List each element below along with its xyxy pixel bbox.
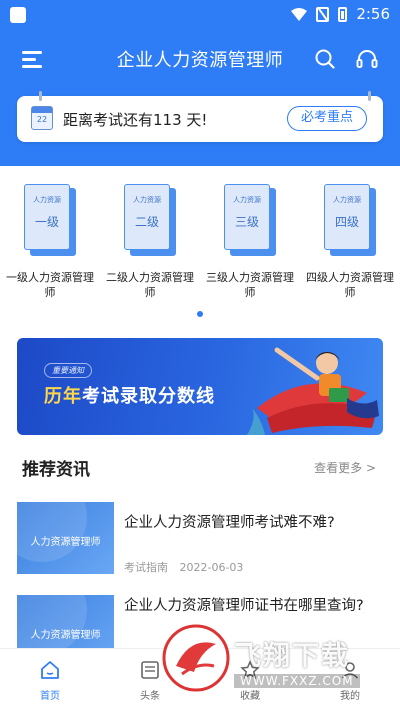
level-grid: 人力资源 一级 一级人力资源管理师 人力资源 二级 二级人力资源管理师 人力资源… bbox=[0, 184, 400, 304]
section-title: 推荐资讯 bbox=[22, 460, 90, 480]
menu-icon[interactable] bbox=[22, 50, 44, 68]
app-notification-icon bbox=[10, 7, 26, 23]
level-label: 三级人力资源管理师 bbox=[206, 271, 294, 299]
level-item-2[interactable]: 人力资源 二级 二级人力资源管理师 bbox=[104, 184, 196, 300]
binder-ring bbox=[368, 91, 371, 101]
calendar-icon: 22 bbox=[31, 106, 53, 130]
news-title: 企业人力资源管理师证书在哪里查询? bbox=[124, 598, 364, 614]
page-indicator-dot bbox=[197, 311, 203, 317]
news-thumbnail: 人力资源管理师 bbox=[17, 502, 114, 574]
status-bar: 2:56 bbox=[0, 0, 400, 30]
home-icon bbox=[41, 661, 59, 679]
binder-ring bbox=[39, 91, 42, 101]
level-label: 四级人力资源管理师 bbox=[306, 271, 394, 299]
tab-label: 我的 bbox=[340, 691, 360, 702]
level-item-1[interactable]: 人力资源 一级 一级人力资源管理师 bbox=[4, 184, 96, 300]
battery-icon bbox=[338, 6, 348, 22]
book-icon: 人力资源 一级 bbox=[24, 184, 76, 256]
banner-title: 历年考试录取分数线 bbox=[44, 386, 215, 407]
status-right: 2:56 bbox=[291, 5, 390, 23]
tab-label: 头条 bbox=[140, 691, 160, 702]
tab-label: 收藏 bbox=[240, 691, 260, 702]
see-more-link[interactable]: 查看更多 > bbox=[314, 459, 376, 476]
tab-label: 首页 bbox=[40, 691, 60, 702]
book-icon: 人力资源 三级 bbox=[224, 184, 276, 256]
tab-profile[interactable]: 我的 bbox=[310, 659, 390, 702]
level-item-3[interactable]: 人力资源 三级 三级人力资源管理师 bbox=[204, 184, 296, 300]
book-icon: 人力资源 二级 bbox=[124, 184, 176, 256]
user-icon bbox=[341, 662, 359, 679]
exam-countdown-card: 22 距离考试还有113 天! 必考重点 bbox=[17, 91, 383, 142]
header: 企业人力资源管理师 22 距离考试还有113 天! 必考重点 bbox=[0, 30, 400, 166]
level-label: 二级人力资源管理师 bbox=[106, 271, 194, 299]
wifi-icon bbox=[291, 7, 308, 21]
news-category: 考试指南 bbox=[124, 561, 168, 574]
banner-tag: 重要通知 bbox=[44, 363, 92, 378]
tab-headlines[interactable]: 头条 bbox=[110, 659, 190, 702]
status-time: 2:56 bbox=[356, 5, 390, 23]
level-item-4[interactable]: 人力资源 四级 四级人力资源管理师 bbox=[304, 184, 396, 300]
news-meta: 考试指南 2022-06-03 bbox=[124, 559, 243, 575]
banner-illustration bbox=[247, 347, 379, 435]
news-item[interactable]: 人力资源管理师 企业人力资源管理师考试难不难? 考试指南 2022-06-03 bbox=[0, 502, 400, 592]
tab-home[interactable]: 首页 bbox=[10, 659, 90, 702]
page-title: 企业人力资源管理师 bbox=[116, 50, 284, 71]
exam-key-points-button[interactable]: 必考重点 bbox=[287, 106, 367, 131]
news-date: 2022-06-03 bbox=[179, 561, 244, 574]
search-icon[interactable] bbox=[315, 49, 335, 69]
headset-icon[interactable] bbox=[356, 49, 378, 69]
tab-favorites[interactable]: 收藏 bbox=[210, 659, 290, 702]
star-icon bbox=[240, 660, 260, 679]
book-icon: 人力资源 四级 bbox=[324, 184, 376, 256]
bottom-tab-bar: 首页 头条 收藏 我的 bbox=[0, 648, 400, 711]
countdown-text: 距离考试还有113 天! bbox=[63, 111, 208, 129]
level-label: 一级人力资源管理师 bbox=[6, 271, 94, 299]
news-title: 企业人力资源管理师考试难不难? bbox=[124, 515, 335, 531]
news-icon bbox=[141, 661, 159, 679]
no-sim-icon bbox=[316, 6, 330, 22]
score-line-banner[interactable]: 重要通知 历年考试录取分数线 bbox=[17, 338, 383, 435]
